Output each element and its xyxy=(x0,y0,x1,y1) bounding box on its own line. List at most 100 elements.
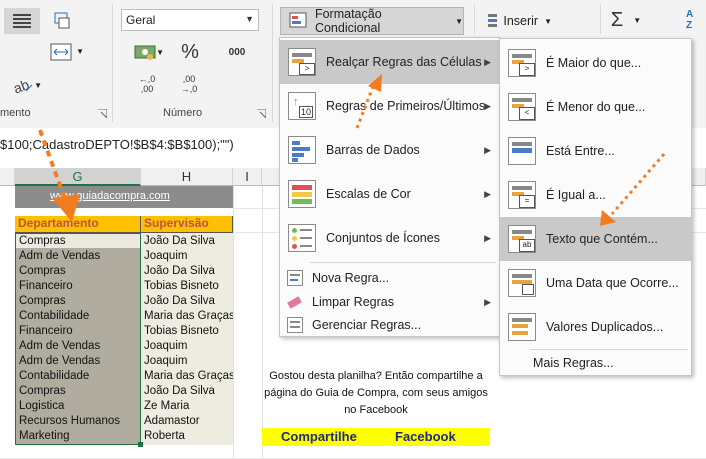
cell-departamento[interactable]: Marketing xyxy=(16,429,140,444)
number-format-select[interactable]: Geral ▼ xyxy=(121,9,259,31)
decrease-decimal-button[interactable]: ,00 →,0 xyxy=(176,70,202,98)
menu-item-top-bottom-rules[interactable]: ↑ 10 Regras de Primeiros/Últimos ▶ xyxy=(280,84,499,128)
cell-departamento[interactable]: Logistica xyxy=(16,399,140,414)
conditional-formatting-button[interactable]: Formatação Condicional ▼ xyxy=(280,7,464,35)
align-lines-icon xyxy=(13,14,31,28)
cell-supervisao[interactable]: João Da Silva xyxy=(141,384,233,399)
cell-supervisao[interactable]: João Da Silva xyxy=(141,294,233,309)
promo-line-2: página do Guia de Compra, com seus amigo… xyxy=(264,387,488,399)
rule-symbol: ab xyxy=(519,239,535,252)
menu-item-manage-rules[interactable]: Gerenciar Regras... xyxy=(280,314,499,336)
chevron-down-icon: ▼ xyxy=(544,16,552,26)
conditional-formatting-menu: > Realçar Regras das Células ▶ ↑ 10 Regr… xyxy=(279,37,500,337)
menu-label: Regras de Primeiros/Últimos xyxy=(326,99,486,113)
chevron-down-icon: ▼ xyxy=(156,48,164,57)
cell-supervisao[interactable]: Adamastor xyxy=(141,414,233,429)
cell-departamento[interactable]: Contabilidade xyxy=(16,309,140,324)
thousands-separator-button[interactable]: 000 xyxy=(222,40,252,64)
dialog-launcher-icon xyxy=(256,108,266,118)
chevron-down-icon: ▼ xyxy=(633,15,642,25)
menu-label: Uma Data que Ocorre... xyxy=(546,276,679,290)
cell-departamento[interactable]: Adm de Vendas xyxy=(16,354,140,369)
cell-departamento[interactable]: Recursos Humanos xyxy=(16,414,140,429)
conditional-formatting-label: Formatação Condicional xyxy=(314,7,382,35)
currency-format-button[interactable]: ▼ xyxy=(128,40,164,64)
column-header-i[interactable]: I xyxy=(233,168,262,186)
cell-supervisao[interactable]: Ze Maria xyxy=(141,399,233,414)
menu-label: Realçar Regras das Células xyxy=(326,55,482,69)
cell-departamento[interactable]: Financeiro xyxy=(16,324,140,339)
equal-to-icon: = xyxy=(508,181,536,209)
cell-supervisao[interactable]: João Da Silva xyxy=(141,234,233,249)
cell-supervisao[interactable]: Tobias Bisneto xyxy=(141,279,233,294)
menu-item-more-rules[interactable]: Mais Regras... xyxy=(500,353,691,375)
cell-departamento[interactable]: Compras xyxy=(16,234,140,249)
cell-departamento[interactable]: Adm de Vendas xyxy=(16,339,140,354)
alignment-dialog-launcher[interactable] xyxy=(95,106,109,120)
cell-supervisao[interactable]: Roberta xyxy=(141,429,233,444)
cell-supervisao[interactable]: Maria das Graças xyxy=(141,369,233,384)
sort-filter-button[interactable]: A Z xyxy=(676,6,706,34)
website-link[interactable]: www.guiadacompra.com xyxy=(50,189,170,204)
insert-button[interactable]: Inserir ▼ xyxy=(482,8,552,34)
wrap-text-button[interactable] xyxy=(50,8,76,34)
menu-item-icon-sets[interactable]: Conjuntos de Ícones ▶ xyxy=(280,216,499,260)
cell-departamento[interactable]: Contabilidade xyxy=(16,369,140,384)
menu-item-date-occurring[interactable]: Uma Data que Ocorre... xyxy=(500,261,691,305)
number-dialog-launcher[interactable] xyxy=(254,106,268,120)
cell-supervisao[interactable]: Joaquim xyxy=(141,354,233,369)
column-header-h[interactable]: H xyxy=(141,168,233,186)
date-occurring-icon xyxy=(508,269,536,297)
share-button[interactable]: Compartilhe xyxy=(281,429,357,444)
autosum-button[interactable]: Σ ▼ xyxy=(606,6,646,34)
submenu-arrow-icon: ▶ xyxy=(484,57,491,67)
cell-departamento[interactable]: Compras xyxy=(16,294,140,309)
less-than-icon: < xyxy=(508,93,536,121)
orientation-button[interactable]: ab ▼ xyxy=(6,72,42,98)
align-button[interactable] xyxy=(4,8,40,34)
menu-item-data-bars[interactable]: Barras de Dados ▶ xyxy=(280,128,499,172)
rule-symbol: > xyxy=(519,63,535,76)
cell-departamento[interactable]: Adm de Vendas xyxy=(16,249,140,264)
highlight-rules-submenu: > É Maior do que... < É Menor do que... Está… xyxy=(499,38,692,376)
cell-departamento[interactable]: Compras xyxy=(16,384,140,399)
merge-center-button[interactable]: ▼ xyxy=(46,39,84,65)
formula-text: $100;CadastroDEPTO!$B$4:$B$100);"") xyxy=(0,137,234,152)
cell-supervisao[interactable]: Joaquim xyxy=(141,339,233,354)
percent-button[interactable]: % xyxy=(176,40,204,64)
cell-supervisao[interactable]: Joaquim xyxy=(141,249,233,264)
increase-decimal-bottom: ,00 xyxy=(140,84,154,94)
menu-label: Texto que Contém... xyxy=(546,232,658,246)
menu-label: É Igual a... xyxy=(546,188,606,202)
menu-item-color-scales[interactable]: Escalas de Cor ▶ xyxy=(280,172,499,216)
menu-item-text-contains[interactable]: ab Texto que Contém... xyxy=(500,217,691,261)
sort-az-icon: A Z xyxy=(686,9,693,31)
cell-supervisao[interactable]: Tobias Bisneto xyxy=(141,324,233,339)
cell-supervisao[interactable]: João Da Silva xyxy=(141,264,233,279)
column-header-f[interactable] xyxy=(0,168,15,186)
cell-departamento[interactable]: Financeiro xyxy=(16,279,140,294)
svg-text:ab: ab xyxy=(12,76,31,95)
cell-supervisao[interactable]: Maria das Graças xyxy=(141,309,233,324)
menu-item-new-rule[interactable]: Nova Regra... xyxy=(280,266,499,290)
insert-label: Inserir xyxy=(503,14,539,28)
column-header-g[interactable]: G xyxy=(15,168,141,186)
menu-item-duplicate-values[interactable]: Valores Duplicados... xyxy=(500,305,691,349)
menu-item-greater-than[interactable]: > É Maior do que... xyxy=(500,41,691,85)
alignment-group-label: mento xyxy=(0,107,31,119)
chevron-down-icon: ▼ xyxy=(245,14,254,24)
menu-item-less-than[interactable]: < É Menor do que... xyxy=(500,85,691,129)
chevron-down-icon: ▼ xyxy=(455,16,463,26)
menu-item-between[interactable]: Está Entre... xyxy=(500,129,691,173)
duplicate-values-icon xyxy=(508,313,536,341)
facebook-button[interactable]: Facebook xyxy=(395,429,456,444)
color-scales-icon xyxy=(288,180,316,208)
menu-label: É Menor do que... xyxy=(546,100,646,114)
menu-label: Está Entre... xyxy=(546,144,615,158)
menu-item-equal-to[interactable]: = É Igual a... xyxy=(500,173,691,217)
menu-item-highlight-cell-rules[interactable]: > Realçar Regras das Células ▶ xyxy=(280,40,499,84)
cell-departamento[interactable]: Compras xyxy=(16,264,140,279)
menu-item-clear-rules[interactable]: Limpar Regras ▶ xyxy=(280,290,499,314)
chevron-down-icon: ▼ xyxy=(34,81,42,90)
increase-decimal-button[interactable]: ←,0 ,00 xyxy=(134,70,160,98)
